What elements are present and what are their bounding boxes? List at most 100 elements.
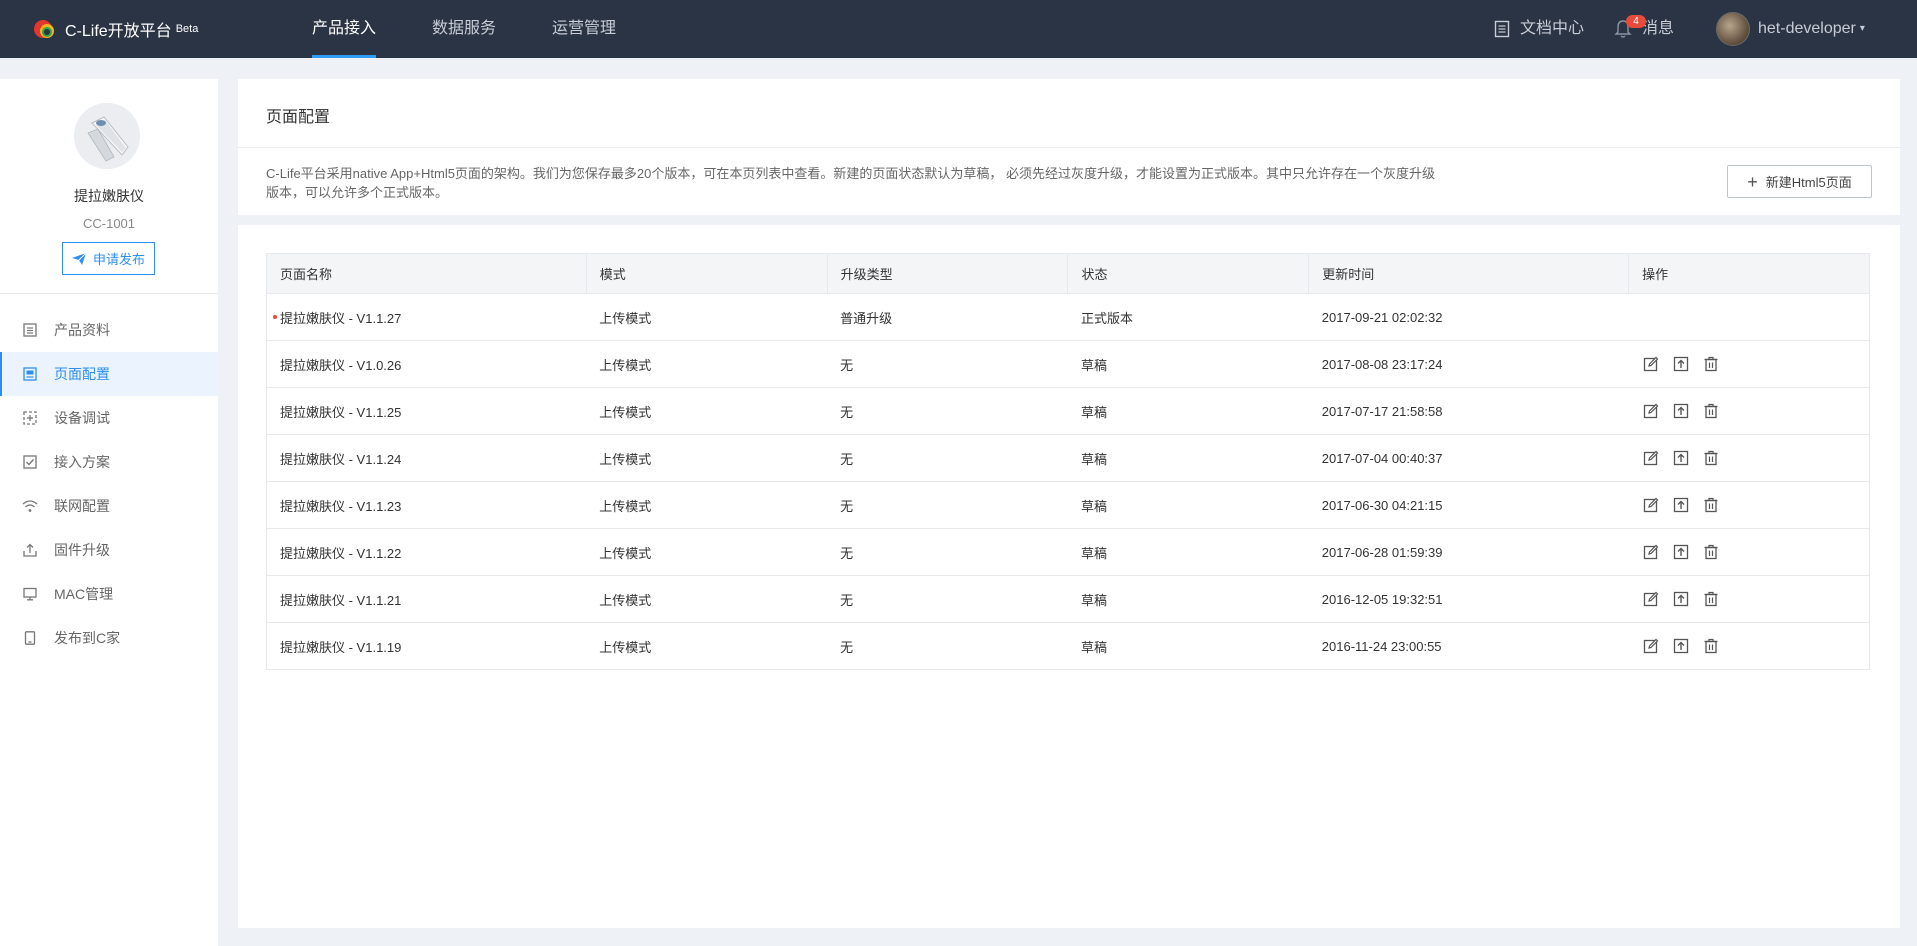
cell-mode: 上传模式: [586, 340, 828, 388]
table-row: 提拉嫩肤仪 - V1.1.22 上传模式无草稿 2017-06-28 01:59:3…: [266, 528, 1870, 576]
sidebar-item-device-debug[interactable]: 设备调试: [0, 396, 218, 440]
new-html5-page-button[interactable]: + 新建Html5页面: [1727, 165, 1872, 198]
top-navbar: C-Life开放平台 Beta 产品接入 数据服务 运营管理 文档中心 4 消息…: [0, 0, 1917, 58]
sidebar-item-network-config[interactable]: 联网配置: [0, 484, 218, 528]
page-name-text: 提拉嫩肤仪 - V1.1.21: [280, 592, 402, 608]
trash-icon[interactable]: [1702, 637, 1720, 655]
row-actions: [1642, 355, 1869, 373]
apply-publish-button[interactable]: 申请发布: [62, 242, 155, 275]
cell-update-time: 2017-08-08 23:17:24: [1308, 340, 1629, 388]
user-menu[interactable]: het-developer ▾: [1716, 0, 1865, 58]
debug-icon: [22, 410, 38, 426]
page-name-text: 提拉嫩肤仪 - V1.1.19: [280, 639, 402, 655]
cell-mode: 上传模式: [586, 387, 828, 435]
cell-actions: [1628, 575, 1870, 623]
page-name-text: 提拉嫩肤仪 - V1.1.23: [280, 498, 402, 514]
sidebar-item-firmware-upgrade[interactable]: 固件升级: [0, 528, 218, 572]
table-row: 提拉嫩肤仪 - V1.1.24 上传模式无草稿 2017-07-04 00:40:3…: [266, 434, 1870, 482]
sidebar: 提拉嫩肤仪 CC-1001 申请发布 产品资料 页面配置 设备调试 接入方案 联…: [0, 79, 218, 946]
scheme-icon: [22, 454, 38, 470]
cell-upgrade-type: 无: [827, 528, 1068, 576]
sidebar-item-product-info[interactable]: 产品资料: [0, 308, 218, 352]
cell-actions: [1628, 293, 1870, 341]
edit-icon[interactable]: [1642, 590, 1660, 608]
cell-upgrade-type: 普通升级: [827, 293, 1068, 341]
tab-operations[interactable]: 运营管理: [552, 0, 616, 58]
sidebar-item-mac-management[interactable]: MAC管理: [0, 572, 218, 616]
cell-actions: [1628, 434, 1870, 482]
sidebar-item-page-config[interactable]: 页面配置: [0, 352, 218, 396]
cell-upgrade-type: 无: [827, 622, 1068, 670]
trash-icon[interactable]: [1702, 543, 1720, 561]
sidebar-item-publish-to-cjia[interactable]: 发布到C家: [0, 616, 218, 660]
document-icon: [1494, 20, 1510, 38]
edit-icon[interactable]: [1642, 637, 1660, 655]
docs-center-link[interactable]: 文档中心: [1494, 0, 1584, 58]
upgrade-icon[interactable]: [1672, 543, 1690, 561]
table-row: 提拉嫩肤仪 - V1.1.23 上传模式无草稿 2017-06-30 04:21:1…: [266, 481, 1870, 529]
trash-icon[interactable]: [1702, 496, 1720, 514]
cell-actions: [1628, 387, 1870, 435]
cell-status: 草稿: [1067, 387, 1309, 435]
page-config-icon: [22, 366, 38, 382]
product-name: 提拉嫩肤仪: [74, 188, 144, 204]
cell-page-name: 提拉嫩肤仪 - V1.1.21: [266, 575, 587, 623]
table-row: 提拉嫩肤仪 - V1.1.27 上传模式 普通升级 正式版本 2017-09-21 02…: [266, 293, 1870, 341]
messages-link[interactable]: 4 消息: [1614, 0, 1674, 58]
cell-upgrade-type: 无: [827, 481, 1068, 529]
sidebar-item-access-scheme[interactable]: 接入方案: [0, 440, 218, 484]
cell-mode: 上传模式: [586, 293, 828, 341]
table-row: 提拉嫩肤仪 - V1.1.19 上传模式无草稿 2016-11-24 23:00:5…: [266, 622, 1870, 670]
trash-icon[interactable]: [1702, 449, 1720, 467]
cell-status: 正式版本: [1067, 293, 1309, 341]
cell-actions: [1628, 528, 1870, 576]
wifi-icon: [22, 498, 38, 514]
upgrade-icon[interactable]: [1672, 496, 1690, 514]
trash-icon[interactable]: [1702, 402, 1720, 420]
upgrade-icon[interactable]: [1672, 637, 1690, 655]
upgrade-icon[interactable]: [1672, 590, 1690, 608]
sidebar-item-label: 产品资料: [54, 322, 110, 338]
sidebar-item-label: 页面配置: [54, 366, 110, 382]
cell-status: 草稿: [1067, 340, 1309, 388]
edit-icon[interactable]: [1642, 496, 1660, 514]
edit-icon[interactable]: [1642, 355, 1660, 373]
monitor-icon: [22, 586, 38, 602]
trash-icon[interactable]: [1702, 355, 1720, 373]
cell-page-name: 提拉嫩肤仪 - V1.0.26: [266, 340, 587, 388]
column-header-actions: 操作: [1628, 253, 1870, 294]
cell-mode: 上传模式: [586, 622, 828, 670]
page-name-text: 提拉嫩肤仪 - V1.0.26: [280, 357, 402, 373]
cell-page-name: 提拉嫩肤仪 - V1.1.24: [266, 434, 587, 482]
trash-icon[interactable]: [1702, 590, 1720, 608]
cell-page-name: 提拉嫩肤仪 - V1.1.23: [266, 481, 587, 529]
pages-table: 页面名称 模式 升级类型 状态 更新时间 操作 提拉嫩肤仪 - V1.1.27 上…: [266, 253, 1870, 670]
tab-product-access[interactable]: 产品接入: [312, 0, 377, 58]
cell-upgrade-type: 无: [827, 387, 1068, 435]
edit-icon[interactable]: [1642, 402, 1660, 420]
upgrade-icon[interactable]: [1672, 449, 1690, 467]
beta-label: Beta: [175, 23, 199, 35]
logo[interactable]: C-Life开放平台 Beta: [34, 17, 198, 41]
cell-status: 草稿: [1067, 575, 1309, 623]
upgrade-icon[interactable]: [1672, 355, 1690, 373]
sidebar-item-label: 联网配置: [54, 498, 110, 514]
column-header-status: 状态: [1067, 253, 1310, 294]
column-header-mode: 模式: [585, 253, 828, 294]
message-count-badge: 4: [1626, 15, 1646, 28]
new-html5-page-label: 新建Html5页面: [1765, 175, 1852, 190]
cell-update-time: 2017-07-17 21:58:58: [1308, 387, 1629, 435]
tab-data-service[interactable]: 数据服务: [432, 0, 496, 58]
page-header-card: 页面配置 C-Life平台采用native App+Html5页面的架构。我们为…: [238, 79, 1900, 215]
edit-icon[interactable]: [1642, 543, 1660, 561]
upgrade-icon[interactable]: [1672, 402, 1690, 420]
app-title: C-Life开放平台: [65, 23, 172, 40]
edit-icon[interactable]: [1642, 449, 1660, 467]
docs-center-label: 文档中心: [1520, 20, 1585, 37]
divider: [238, 147, 1900, 148]
chevron-down-icon: ▾: [1859, 23, 1865, 34]
table-row: 提拉嫩肤仪 - V1.0.26 上传模式无草稿 2017-08-08 23:17:2…: [266, 340, 1870, 388]
page-name-text: 提拉嫩肤仪 - V1.1.25: [280, 404, 402, 420]
cell-upgrade-type: 无: [827, 434, 1068, 482]
product-image: [74, 103, 140, 169]
